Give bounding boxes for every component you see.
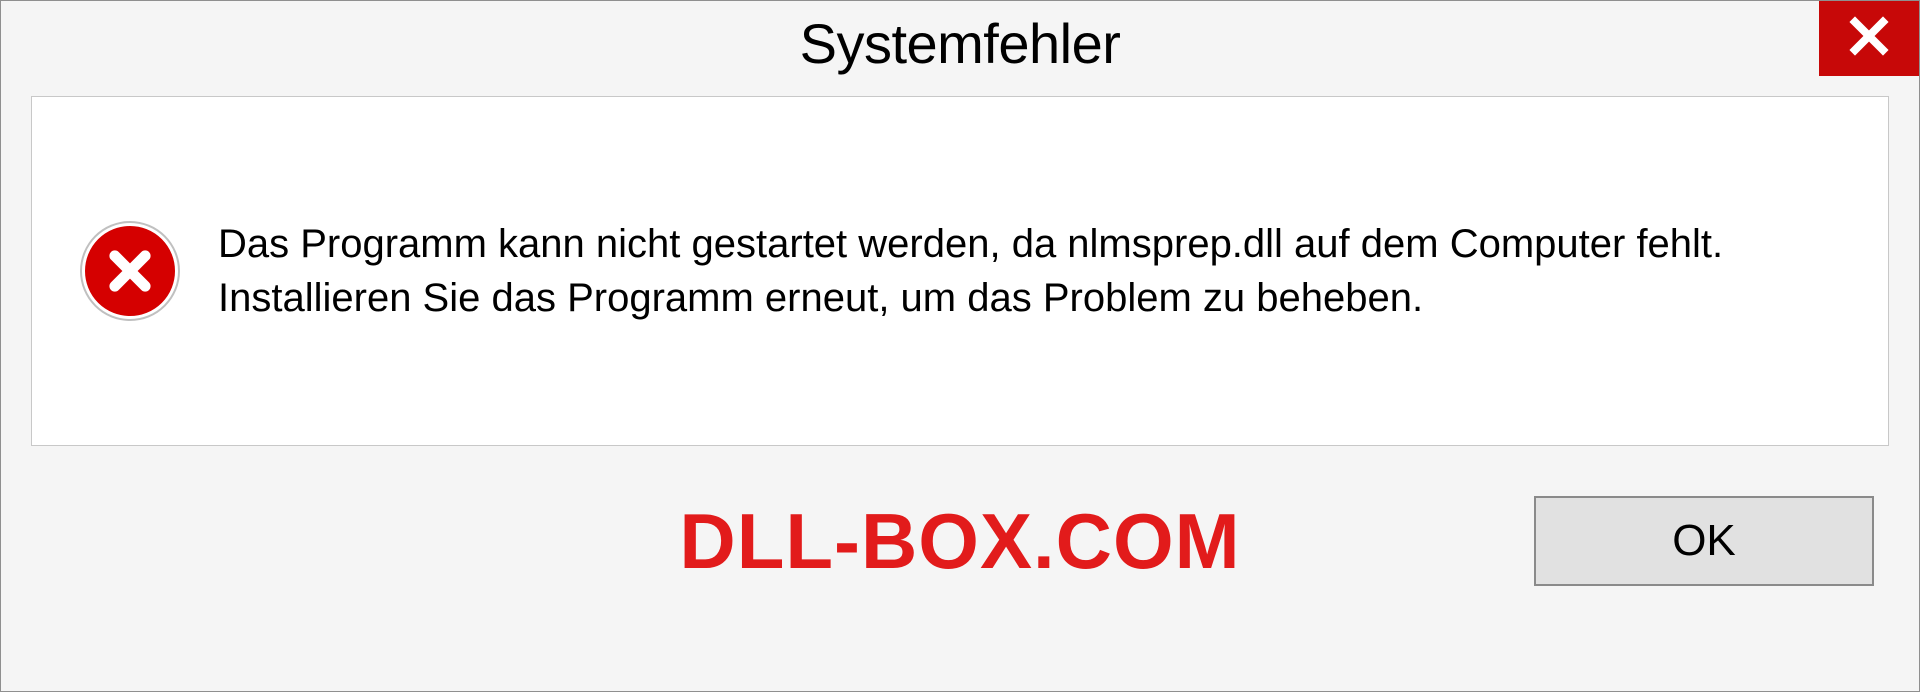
watermark-text: DLL-BOX.COM bbox=[679, 496, 1240, 587]
error-icon-wrap bbox=[82, 223, 178, 319]
content-area: Das Programm kann nicht gestartet werden… bbox=[31, 96, 1889, 446]
error-dialog: Systemfehler Das Programm kann nicht ges… bbox=[0, 0, 1920, 692]
close-icon bbox=[1848, 15, 1890, 62]
error-icon bbox=[82, 223, 178, 319]
close-button[interactable] bbox=[1819, 1, 1919, 76]
dialog-footer: DLL-BOX.COM OK bbox=[1, 446, 1919, 646]
error-message: Das Programm kann nicht gestartet werden… bbox=[218, 217, 1838, 325]
ok-button[interactable]: OK bbox=[1534, 496, 1874, 586]
titlebar: Systemfehler bbox=[1, 1, 1919, 96]
dialog-title: Systemfehler bbox=[800, 11, 1121, 76]
